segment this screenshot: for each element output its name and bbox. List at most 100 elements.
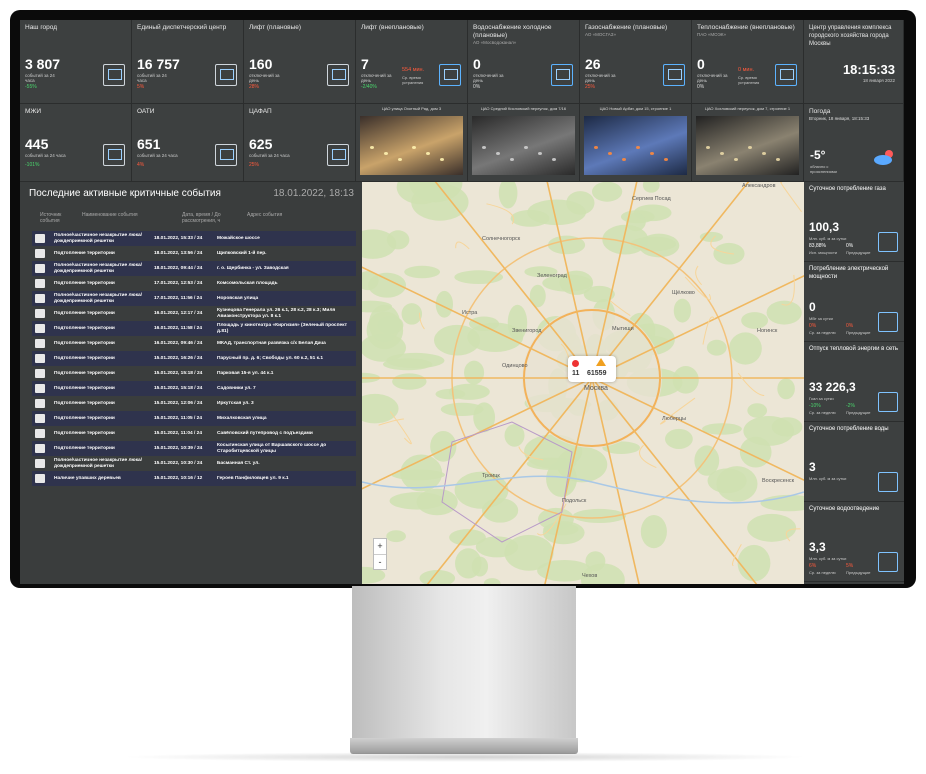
- tile-extra-caption: Ср. время устранения: [738, 75, 760, 85]
- utility-panel[interactable]: Суточное водоотведение 3,3 Млн. куб. м за …: [804, 502, 904, 582]
- event-row[interactable]: Подтопление территории 15.01.2022, 11:05 …: [32, 411, 356, 426]
- utility-metric-a-caption: Ср. за неделю: [809, 330, 836, 335]
- event-row[interactable]: Подтопление территории 16.01.2022, 12:17 …: [32, 306, 356, 321]
- tile-trend: 0%: [473, 84, 481, 90]
- alert-dot-icon: [572, 360, 579, 367]
- tile-title: Единый диспетчерский центр: [137, 24, 227, 31]
- forest-area: [766, 300, 802, 325]
- tile-extra-caption: Ср. время устранения: [402, 75, 424, 85]
- forest-area: [386, 230, 410, 250]
- forest-area: [716, 466, 758, 502]
- stand-shadow: [120, 752, 810, 762]
- tile-extra: 554 мин.: [402, 67, 425, 73]
- event-row[interactable]: Подтопление территории 16.01.2022, 11:58 …: [32, 321, 356, 336]
- event-row[interactable]: Подтопление территории 15.01.2022, 16:26 …: [32, 351, 356, 366]
- event-row[interactable]: Полное/частичное незакрытие люка/дождепр…: [32, 291, 356, 306]
- tile-trend: -2/40%: [361, 84, 377, 90]
- city-map[interactable]: Сергиев Посад Ногинск Москва Подольск Воскре…: [362, 182, 804, 584]
- event-name: Полное/частичное незакрытие люка/дождепр…: [54, 458, 142, 469]
- event-name: Полное/частичное незакрытие люка/дождепр…: [54, 293, 142, 304]
- source-icon: [35, 234, 45, 243]
- map-place-label: Сергиев Посад: [632, 196, 671, 202]
- utility-metric-a-caption: Ср. за неделю: [809, 410, 836, 415]
- utility-metric-b: 5%: [846, 563, 854, 569]
- zoom-out-button[interactable]: -: [374, 555, 386, 570]
- map-cluster-marker[interactable]: 11 61559: [568, 356, 616, 382]
- tile-title: ЦАФАП: [249, 108, 272, 115]
- tile-monitor-icon: [215, 64, 237, 86]
- event-row[interactable]: Подтопление территории 15.01.2022, 12:06 …: [32, 396, 356, 411]
- camera-feed[interactable]: ЦАО Средний Кисловский переулок, дом 7/1…: [468, 104, 580, 182]
- event-row[interactable]: Наличие упавших деревьев 15.01.2022, 10:1…: [32, 471, 356, 486]
- kpi-tile[interactable]: Лифт (внеплановые) 7 отключений за день -2/…: [356, 20, 468, 104]
- kpi-tile[interactable]: Наш город 3 807 событий за 24 часа -55%: [20, 20, 132, 104]
- event-address: Иркутская ул. 3: [217, 400, 254, 406]
- utility-caption: Гкал за сутки: [809, 396, 834, 401]
- forest-area: [737, 544, 771, 582]
- utility-panel[interactable]: Суточное потребление воды 3 Млн. куб. м за…: [804, 422, 904, 502]
- source-icon: [35, 429, 45, 438]
- event-name: Подтопление территории: [54, 370, 115, 376]
- light-spot: [762, 152, 766, 155]
- utility-value: 0: [809, 300, 816, 314]
- map-place-label: Подольск: [562, 498, 587, 504]
- utility-panel[interactable]: Отпуск тепловой энергии в сеть 33 226,3 Гк…: [804, 342, 904, 422]
- event-row[interactable]: Полное/частичное незакрытие люка/дождепр…: [32, 456, 356, 471]
- event-address: Можайское шоссе: [217, 235, 260, 241]
- control-center-title: Центр управления комплекса городского хо…: [809, 25, 892, 47]
- light-spot: [524, 146, 528, 149]
- control-center-tile: Центр управления комплекса городского хо…: [804, 20, 904, 104]
- event-row[interactable]: Подтопление территории 16.01.2022, 09:46 …: [32, 336, 356, 351]
- tile-trend: -101%: [25, 162, 40, 168]
- forest-area: [401, 303, 423, 325]
- forest-area: [694, 445, 720, 476]
- utility-metric-b: -2%: [846, 403, 855, 409]
- kpi-tile[interactable]: ОАТИ 651 событий за 24 часа 4%: [132, 104, 244, 182]
- event-row[interactable]: Подтопление территории 15.01.2022, 10:39 …: [32, 441, 356, 456]
- map-canvas: Сергиев Посад Ногинск Москва Подольск Воскре…: [362, 182, 804, 584]
- event-row[interactable]: Полное/частичное незакрытие люка/дождепр…: [32, 261, 356, 276]
- tile-value: 625: [249, 136, 273, 152]
- kpi-tile[interactable]: Водоснабжение холодное (плановые) АО «Мос…: [468, 20, 580, 104]
- event-address: Норовская улица: [217, 295, 259, 301]
- utility-metric-a: 6%: [809, 563, 817, 569]
- kpi-tile[interactable]: Лифт (плановые) 160 отключений за день 28%: [244, 20, 356, 104]
- utility-panel[interactable]: Потребление электрической мощности 0 МВт з…: [804, 262, 904, 342]
- map-place-label: Зеленоград: [537, 273, 568, 279]
- kpi-tile[interactable]: Теплоснабжение (внеплановые) ПАО «МОЭК» 0 о…: [692, 20, 804, 104]
- event-row[interactable]: Полное/частичное незакрытие люка/дождепр…: [32, 231, 356, 246]
- zoom-in-button[interactable]: +: [374, 539, 386, 555]
- kpi-tile[interactable]: Единый диспетчерский центр 16 757 событий …: [132, 20, 244, 104]
- event-date: 18.01.2022, 15:33 / 24: [154, 235, 203, 241]
- event-row[interactable]: Подтопление территории 15.01.2022, 15:18 …: [32, 366, 356, 381]
- source-icon: [35, 474, 45, 483]
- event-row[interactable]: Подтопление территории 17.01.2022, 12:53 …: [32, 276, 356, 291]
- kpi-tile[interactable]: МЖИ 445 событий за 24 часа -101%: [20, 104, 132, 182]
- event-address: Щипковский 1-й пер.: [217, 250, 267, 256]
- forest-area: [777, 378, 795, 400]
- camera-feed[interactable]: ЦАО Хохловский переулок, дом 7, строение…: [692, 104, 804, 182]
- light-spot: [664, 158, 668, 161]
- event-row[interactable]: Подтопление территории 15.01.2022, 15:18 …: [32, 381, 356, 396]
- utility-panel[interactable]: Суточное потребление газа 100,3 Млн. куб. …: [804, 182, 904, 262]
- events-date: 18.01.2022, 18:13: [273, 188, 354, 199]
- utility-caption: МВт за сутки: [809, 316, 833, 321]
- forest-area: [430, 430, 457, 462]
- camera-image: [360, 116, 463, 175]
- tile-value: 160: [249, 56, 273, 72]
- tile-trend: 5%: [137, 84, 145, 90]
- events-table: Полное/частичное незакрытие люка/дождепр…: [32, 231, 356, 486]
- event-date: 15.01.2022, 11:04 / 24: [154, 430, 203, 436]
- camera-feed[interactable]: ЦАО улица Охотный Ряд, дом 3: [356, 104, 468, 182]
- event-row[interactable]: Подтопление территории 18.01.2022, 13:56 …: [32, 246, 356, 261]
- camera-feed[interactable]: ЦАО Новый Арбат, дом 15, строение 1: [580, 104, 692, 182]
- kpi-tile[interactable]: Газоснабжение (плановые) АО «МОСГАЗ» 26 отк…: [580, 20, 692, 104]
- kpi-tile[interactable]: ЦАФАП 625 событий за 24 часа 25%: [244, 104, 356, 182]
- tile-monitor-icon: [663, 64, 685, 86]
- source-icon: [35, 369, 45, 378]
- event-row[interactable]: Подтопление территории 15.01.2022, 11:04 …: [32, 426, 356, 441]
- tile-monitor-icon: [327, 144, 349, 166]
- weather-when: Вторник, 18 января, 18:15:33: [809, 116, 870, 121]
- utility-title: Суточное потребление воды: [809, 426, 889, 432]
- event-name: Наличие упавших деревьев: [54, 475, 121, 481]
